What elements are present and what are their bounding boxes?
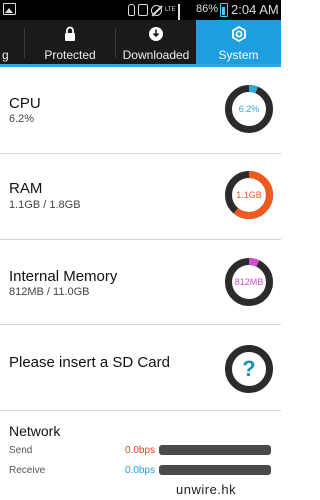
mute-icon [151, 4, 162, 16]
clock: 2:04 AM [231, 2, 279, 17]
cpu-gauge: 6.2% [224, 84, 274, 134]
lte-icon: LTE [165, 7, 176, 13]
cpu-row[interactable]: CPU 6.2% 6.2% [0, 70, 281, 154]
cpu-value: 6.2% [9, 113, 35, 125]
internal-memory-gauge-text: 812MB [234, 277, 264, 287]
hand-icon [128, 4, 135, 16]
sd-card-title: Please insert a SD Card [9, 354, 170, 371]
receive-bar [159, 465, 271, 475]
ram-title: RAM [9, 180, 43, 197]
send-value: 0.0bps [124, 445, 155, 456]
ram-gauge: 1.1GB [224, 170, 274, 220]
signal-icon [178, 4, 180, 35]
send-bar [159, 445, 271, 455]
cpu-title: CPU [9, 95, 41, 112]
tab-bar: g Protected Downloaded System [0, 20, 281, 67]
tab-protected-label: Protected [44, 48, 96, 62]
nfc-icon [138, 4, 148, 16]
watermark: unwire.hk [176, 482, 237, 497]
internal-memory-gauge: 812MB [224, 257, 274, 307]
gear-icon [231, 25, 247, 47]
tab-partial[interactable]: g [0, 20, 24, 64]
internal-memory-value: 812MB / 11.0GB [9, 286, 90, 298]
internal-memory-row[interactable]: Internal Memory 812MB / 11.0GB 812MB [0, 241, 281, 325]
receive-label: Receive [9, 465, 46, 476]
download-icon [148, 26, 164, 47]
battery-percent: 86% [196, 3, 219, 15]
network-title: Network [9, 423, 61, 439]
receive-value: 0.0bps [124, 465, 155, 476]
status-bar: LTE 86% 2:04 AM [0, 0, 281, 35]
tab-protected[interactable]: Protected [25, 20, 115, 64]
gallery-icon [3, 3, 16, 15]
sd-card-gauge: ? [224, 344, 274, 394]
ram-gauge-text: 1.1GB [236, 190, 262, 200]
tab-system-label: System [218, 48, 259, 62]
ram-value: 1.1GB / 1.8GB [9, 199, 81, 211]
send-label: Send [9, 445, 33, 456]
cpu-gauge-text: 6.2% [238, 104, 260, 114]
question-icon: ? [242, 356, 256, 381]
tab-downloaded-label: Downloaded [122, 48, 190, 62]
status-icons: LTE [128, 2, 180, 35]
battery-icon [220, 3, 228, 17]
tab-partial-label: g [2, 48, 9, 62]
internal-memory-title: Internal Memory [9, 268, 118, 285]
sd-card-row[interactable]: Please insert a SD Card ? [0, 326, 281, 411]
lock-icon [64, 26, 76, 47]
ram-row[interactable]: RAM 1.1GB / 1.8GB 1.1GB [0, 155, 281, 240]
network-section: Network Send 0.0bps Receive 0.0bps [0, 412, 281, 480]
tab-downloaded[interactable]: Downloaded [116, 20, 196, 64]
tab-system[interactable]: System [196, 20, 281, 64]
